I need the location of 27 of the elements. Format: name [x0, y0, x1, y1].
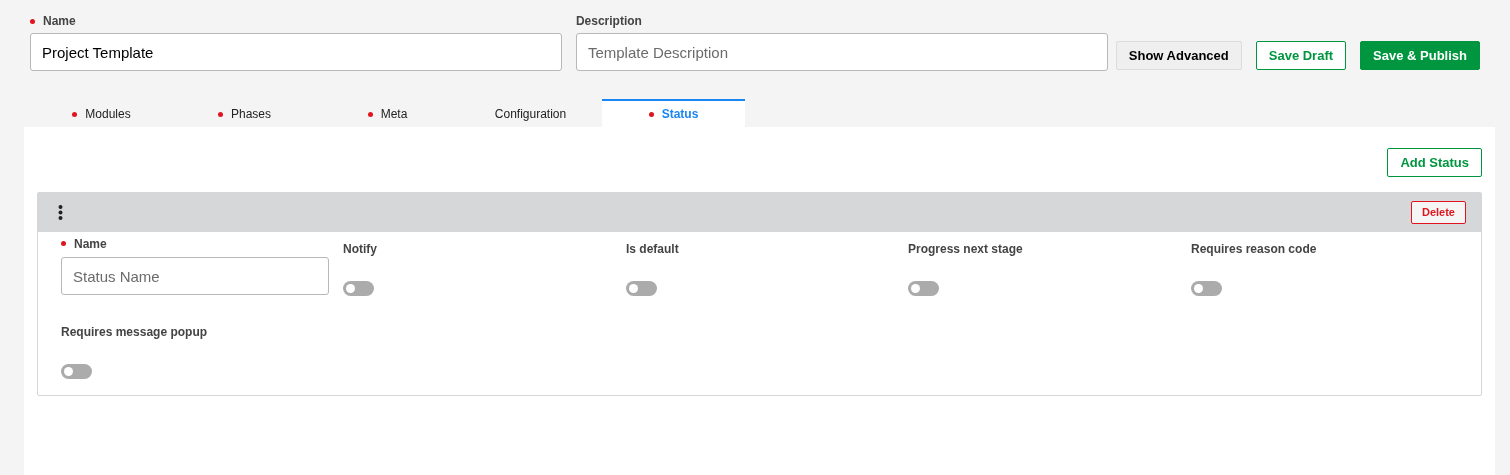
more-options-icon[interactable]: [58, 205, 63, 220]
field-label: Progress next stage: [908, 241, 1023, 255]
description-input[interactable]: Template Description: [575, 33, 1108, 71]
delete-button[interactable]: Delete: [1410, 201, 1466, 224]
action-button[interactable]: Save Draft: [1255, 41, 1347, 70]
tab[interactable]: Status: [602, 99, 745, 127]
toggle-switch[interactable]: [1191, 281, 1222, 296]
toggle-switch[interactable]: [908, 281, 939, 296]
toggle-switch[interactable]: [61, 364, 92, 379]
tab[interactable]: Phases: [173, 99, 316, 127]
tab[interactable]: Configuration: [459, 99, 602, 127]
add-status-button[interactable]: Add Status: [1387, 148, 1482, 177]
tab[interactable]: Meta: [316, 99, 459, 127]
field-label: Is default: [626, 241, 679, 255]
field-label: Notify: [343, 241, 377, 255]
action-button[interactable]: Save & Publish: [1360, 41, 1480, 70]
field-label: Requires message popup: [61, 324, 208, 338]
toggle-switch[interactable]: [343, 281, 374, 296]
field-label: Requires reason code: [1191, 241, 1317, 255]
toggle-switch[interactable]: [626, 281, 657, 296]
field-label: Description: [575, 13, 642, 30]
name-input[interactable]: Project Template: [30, 33, 562, 71]
action-button[interactable]: Show Advanced: [1115, 41, 1242, 70]
field-label: Name: [43, 13, 76, 30]
field-label: Name: [74, 235, 107, 253]
tab[interactable]: Modules: [30, 99, 173, 127]
status-name-input[interactable]: Status Name: [61, 257, 329, 295]
